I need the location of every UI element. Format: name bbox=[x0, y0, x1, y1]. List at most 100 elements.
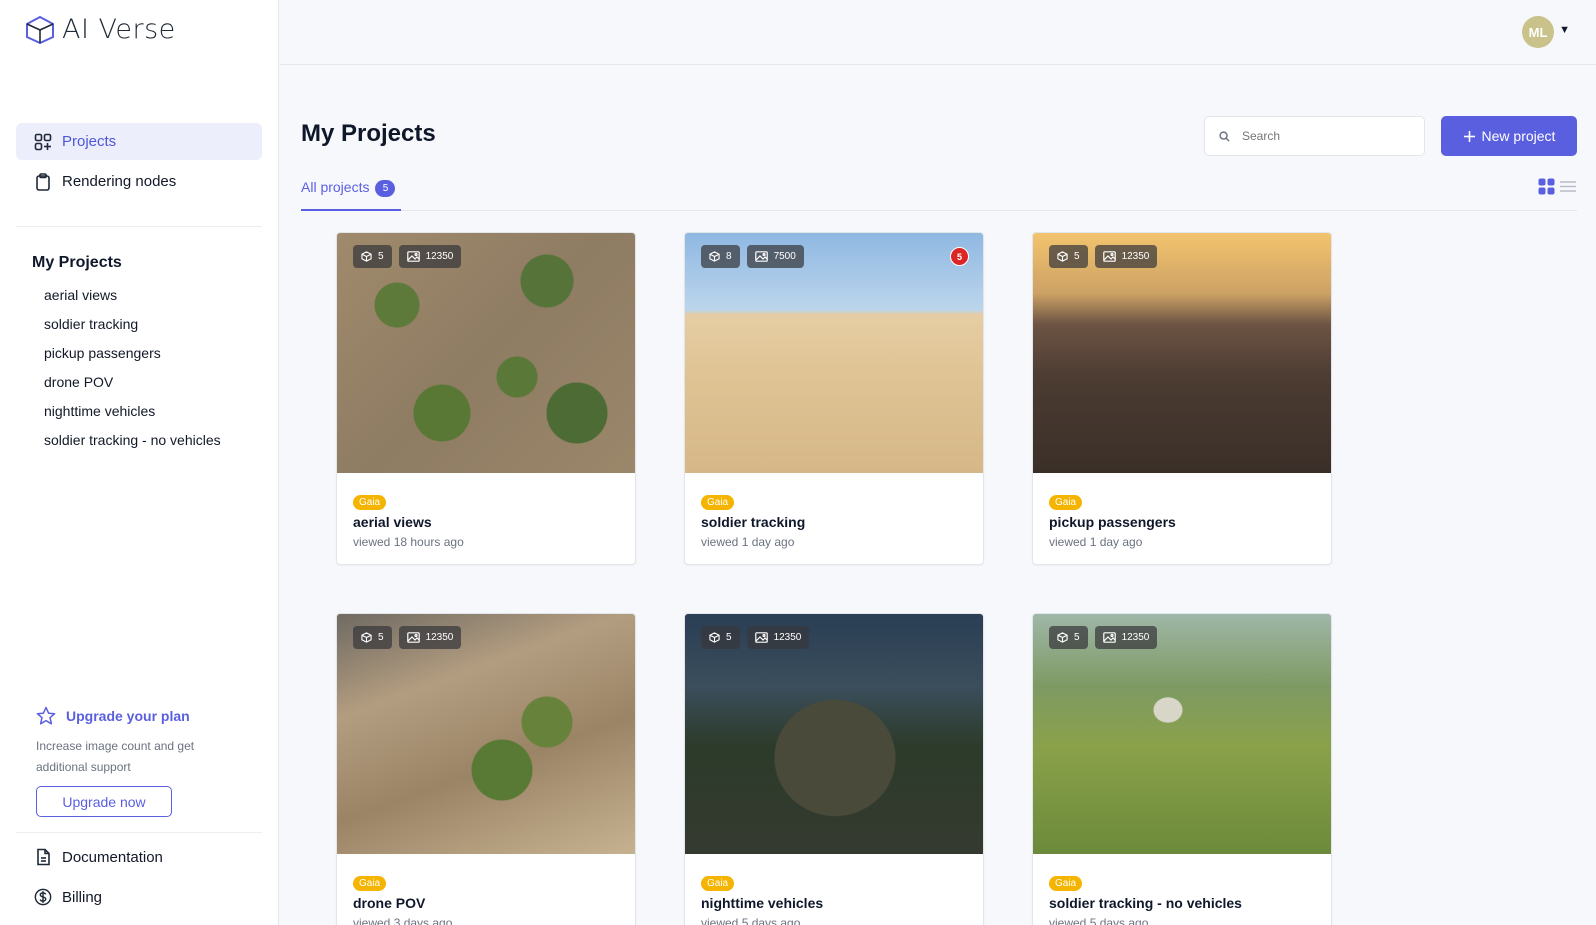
project-link-nighttime-vehicles[interactable]: nighttime vehicles bbox=[44, 400, 221, 429]
nav-item-documentation[interactable]: Documentation bbox=[16, 838, 262, 876]
avatar[interactable]: ML bbox=[1522, 16, 1554, 48]
object-count-chip: 5 bbox=[701, 626, 740, 649]
plus-icon bbox=[1463, 130, 1475, 142]
project-thumbnail: 5 12350 bbox=[1033, 614, 1331, 854]
logo-text: AI Verse bbox=[62, 14, 176, 45]
list-view-icon[interactable] bbox=[1559, 178, 1577, 195]
object-count: 5 bbox=[1074, 632, 1080, 643]
image-icon bbox=[1102, 251, 1116, 262]
image-count-chip: 12350 bbox=[398, 626, 462, 649]
stats-chips: 5 12350 bbox=[353, 626, 462, 649]
card-viewed: viewed 3 days ago bbox=[353, 916, 453, 925]
nav-item-rendering-nodes[interactable]: Rendering nodes bbox=[16, 163, 262, 200]
image-count: 12350 bbox=[773, 632, 802, 643]
sidebar: AI Verse Projects Rendering nodes My Pro… bbox=[0, 0, 279, 925]
object-count: 5 bbox=[726, 632, 732, 643]
card-title: pickup passengers bbox=[1049, 514, 1176, 530]
project-link-soldier-tracking-no-vehicles[interactable]: soldier tracking - no vehicles bbox=[44, 429, 221, 458]
star-icon bbox=[36, 706, 56, 725]
project-link-aerial-views[interactable]: aerial views bbox=[44, 284, 221, 313]
card-body: Gaia pickup passengers viewed 1 day ago bbox=[1033, 473, 1331, 549]
image-count-chip: 12350 bbox=[746, 626, 810, 649]
clipboard-icon bbox=[34, 172, 52, 191]
object-count: 5 bbox=[1074, 251, 1080, 262]
nav-item-projects[interactable]: Projects bbox=[16, 123, 262, 160]
project-thumbnail: 5 12350 bbox=[337, 614, 635, 854]
card-body: Gaia drone POV viewed 3 days ago bbox=[337, 854, 635, 925]
image-icon bbox=[406, 251, 420, 262]
engine-tag: Gaia bbox=[701, 876, 735, 891]
card-title: soldier tracking - no vehicles bbox=[1049, 895, 1242, 911]
project-link-soldier-tracking[interactable]: soldier tracking bbox=[44, 313, 221, 342]
engine-tag: Gaia bbox=[1049, 876, 1083, 891]
project-card[interactable]: 5 12350 Gaia soldier tracking - no vehic… bbox=[1032, 613, 1332, 925]
tab-all-projects[interactable]: All projects 5 bbox=[301, 176, 401, 211]
search-icon bbox=[1219, 130, 1230, 142]
object-count: 5 bbox=[378, 251, 384, 262]
cube-icon bbox=[361, 251, 372, 262]
notification-badge: 5 bbox=[950, 247, 969, 266]
app-logo[interactable]: AI Verse bbox=[24, 14, 176, 45]
project-list: aerial views soldier tracking pickup pas… bbox=[44, 284, 221, 458]
stats-chips: 8 7500 bbox=[701, 245, 804, 268]
chevron-down-icon[interactable]: ▼ bbox=[1559, 24, 1570, 36]
project-link-drone-pov[interactable]: drone POV bbox=[44, 371, 221, 400]
projects-icon bbox=[34, 133, 52, 151]
card-viewed: viewed 1 day ago bbox=[1049, 535, 1143, 549]
object-count-chip: 5 bbox=[1049, 245, 1088, 268]
divider bbox=[16, 226, 262, 227]
divider bbox=[16, 832, 262, 833]
project-thumbnail: 5 12350 bbox=[1033, 233, 1331, 473]
card-viewed: viewed 18 hours ago bbox=[353, 535, 464, 549]
card-viewed: viewed 5 days ago bbox=[1049, 916, 1149, 925]
engine-tag: Gaia bbox=[701, 495, 735, 510]
new-project-button[interactable]: New project bbox=[1441, 116, 1577, 156]
card-title: aerial views bbox=[353, 514, 432, 530]
engine-tag: Gaia bbox=[1049, 495, 1083, 510]
tab-bar: All projects 5 bbox=[301, 176, 1577, 211]
search-box[interactable] bbox=[1204, 116, 1425, 156]
nav-item-billing[interactable]: Billing bbox=[16, 878, 262, 916]
card-body: Gaia nighttime vehicles viewed 5 days ag… bbox=[685, 854, 983, 925]
card-viewed: viewed 1 day ago bbox=[701, 535, 795, 549]
upgrade-description: Increase image count and get additional … bbox=[36, 739, 195, 774]
image-count-chip: 7500 bbox=[746, 245, 804, 268]
upgrade-panel: Upgrade your plan Increase image count a… bbox=[36, 706, 236, 817]
engine-tag: Gaia bbox=[353, 495, 387, 510]
logo-icon bbox=[26, 15, 54, 44]
main-nav: Projects Rendering nodes bbox=[16, 123, 262, 203]
image-count: 12350 bbox=[425, 632, 454, 643]
nav-item-label: Rendering nodes bbox=[62, 173, 177, 190]
stats-chips: 5 12350 bbox=[1049, 626, 1158, 649]
object-count-chip: 5 bbox=[1049, 626, 1088, 649]
image-icon bbox=[1102, 632, 1116, 643]
object-count-chip: 5 bbox=[353, 245, 392, 268]
upgrade-now-button[interactable]: Upgrade now bbox=[36, 786, 172, 817]
image-icon bbox=[406, 632, 420, 643]
image-count-chip: 12350 bbox=[398, 245, 462, 268]
tab-label: All projects bbox=[301, 179, 370, 195]
my-projects-heading: My Projects bbox=[32, 254, 122, 271]
project-card[interactable]: 8 7500 5 Gaia soldier tracking viewed 1 … bbox=[684, 232, 984, 565]
object-count-chip: 5 bbox=[353, 626, 392, 649]
engine-tag: Gaia bbox=[353, 876, 387, 891]
project-card[interactable]: 5 12350 Gaia drone POV viewed 3 days ago bbox=[336, 613, 636, 925]
project-thumbnail: 8 7500 5 bbox=[685, 233, 983, 473]
object-count-chip: 8 bbox=[701, 245, 740, 268]
project-card[interactable]: 5 12350 Gaia pickup passengers viewed 1 … bbox=[1032, 232, 1332, 565]
project-card[interactable]: 5 12350 Gaia nighttime vehicles viewed 5… bbox=[684, 613, 984, 925]
nav-item-label: Billing bbox=[62, 888, 103, 906]
card-title: drone POV bbox=[353, 895, 426, 911]
project-thumbnail: 5 12350 bbox=[685, 614, 983, 854]
new-project-label: New project bbox=[1481, 128, 1556, 144]
nav-item-label: Projects bbox=[62, 133, 117, 150]
upgrade-title: Upgrade your plan bbox=[66, 708, 190, 724]
card-body: Gaia soldier tracking - no vehicles view… bbox=[1033, 854, 1331, 925]
grid-view-icon[interactable] bbox=[1538, 178, 1555, 195]
project-card[interactable]: 5 12350 Gaia aerial views viewed 18 hour… bbox=[336, 232, 636, 565]
project-link-pickup-passengers[interactable]: pickup passengers bbox=[44, 342, 221, 371]
search-input[interactable] bbox=[1242, 129, 1412, 143]
cube-icon bbox=[709, 632, 720, 643]
cube-icon bbox=[1057, 632, 1068, 643]
card-title: soldier tracking bbox=[701, 514, 806, 530]
